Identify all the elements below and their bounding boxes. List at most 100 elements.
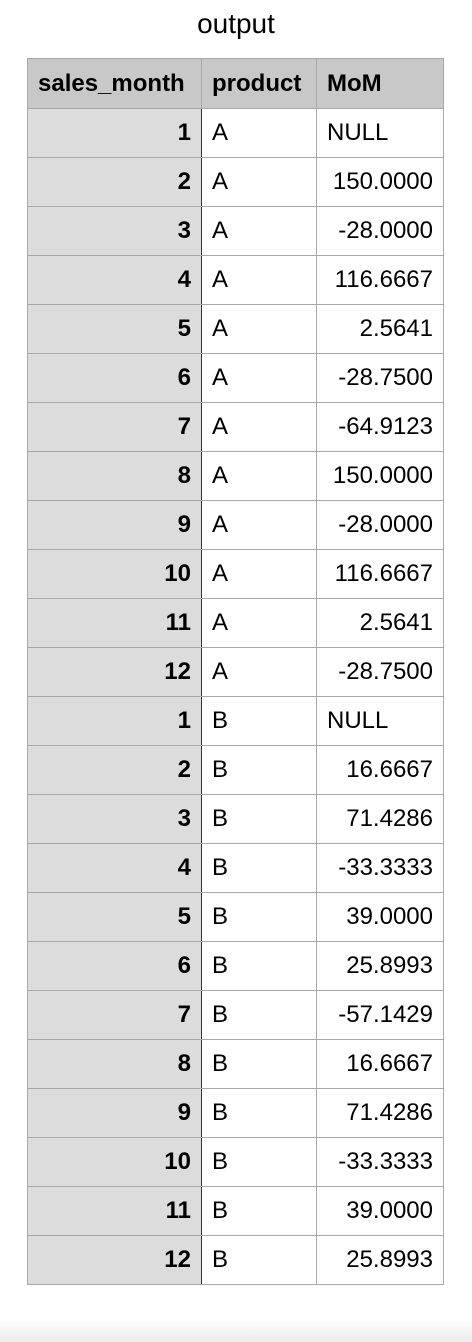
- table-row: 10 A 116.6667: [27, 549, 444, 599]
- result-table: sales_month product MoM 1 A NULL 2 A 150.0000…: [27, 58, 444, 1285]
- table-row: 10 B -33.3333: [27, 1137, 444, 1187]
- cell-sales-month: 2: [27, 157, 202, 207]
- table-row: 6 A -28.7500: [27, 353, 444, 403]
- table-row: 3 B 71.4286: [27, 794, 444, 844]
- cell-product: A: [201, 353, 317, 403]
- column-header-mom: MoM: [316, 58, 444, 109]
- table-row: 7 B -57.1429: [27, 990, 444, 1040]
- cell-product: A: [201, 108, 317, 158]
- cell-product: B: [201, 941, 317, 991]
- table-row: 7 A -64.9123: [27, 402, 444, 452]
- table-row: 11 B 39.0000: [27, 1186, 444, 1236]
- cell-product: A: [201, 549, 317, 599]
- table-row: 1 B NULL: [27, 696, 444, 746]
- cell-product: A: [201, 500, 317, 550]
- cell-mom: -57.1429: [316, 990, 444, 1040]
- table-row: 4 A 116.6667: [27, 255, 444, 305]
- cell-mom: NULL: [316, 696, 444, 746]
- cell-sales-month: 12: [27, 647, 202, 697]
- table-row: 8 B 16.6667: [27, 1039, 444, 1089]
- cell-sales-month: 8: [27, 1039, 202, 1089]
- cell-product: A: [201, 451, 317, 501]
- cell-sales-month: 1: [27, 696, 202, 746]
- cell-sales-month: 11: [27, 598, 202, 648]
- cell-sales-month: 9: [27, 500, 202, 550]
- cell-product: B: [201, 696, 317, 746]
- bottom-shade: [0, 1318, 472, 1342]
- table-header: sales_month product MoM: [27, 58, 444, 109]
- table-caption: output: [197, 8, 275, 39]
- cell-sales-month: 4: [27, 843, 202, 893]
- cell-sales-month: 6: [27, 353, 202, 403]
- cell-product: B: [201, 1088, 317, 1138]
- table-row: 2 A 150.0000: [27, 157, 444, 207]
- cell-mom: 2.5641: [316, 598, 444, 648]
- cell-sales-month: 7: [27, 990, 202, 1040]
- cell-mom: 16.6667: [316, 1039, 444, 1089]
- cell-mom: -33.3333: [316, 1137, 444, 1187]
- cell-product: B: [201, 745, 317, 795]
- cell-mom: -28.7500: [316, 353, 444, 403]
- cell-mom: 116.6667: [316, 255, 444, 305]
- cell-sales-month: 1: [27, 108, 202, 158]
- cell-sales-month: 3: [27, 206, 202, 256]
- cell-product: B: [201, 990, 317, 1040]
- cell-mom: 150.0000: [316, 157, 444, 207]
- cell-product: A: [201, 304, 317, 354]
- table-row: 5 B 39.0000: [27, 892, 444, 942]
- cell-sales-month: 5: [27, 892, 202, 942]
- table-row: 6 B 25.8993: [27, 941, 444, 991]
- cell-sales-month: 10: [27, 1137, 202, 1187]
- cell-mom: 25.8993: [316, 1235, 444, 1285]
- cell-product: B: [201, 1039, 317, 1089]
- cell-sales-month: 3: [27, 794, 202, 844]
- cell-mom: 71.4286: [316, 794, 444, 844]
- table-row: 12 B 25.8993: [27, 1235, 444, 1285]
- column-header-product: product: [201, 58, 317, 109]
- table-row: 9 B 71.4286: [27, 1088, 444, 1138]
- cell-product: B: [201, 1186, 317, 1236]
- column-header-sales-month: sales_month: [27, 58, 202, 109]
- cell-mom: NULL: [316, 108, 444, 158]
- cell-product: B: [201, 892, 317, 942]
- table-row: 9 A -28.0000: [27, 500, 444, 550]
- cell-sales-month: 9: [27, 1088, 202, 1138]
- cell-sales-month: 5: [27, 304, 202, 354]
- cell-sales-month: 6: [27, 941, 202, 991]
- table-row: 11 A 2.5641: [27, 598, 444, 648]
- cell-mom: 2.5641: [316, 304, 444, 354]
- cell-mom: 16.6667: [316, 745, 444, 795]
- cell-product: A: [201, 157, 317, 207]
- cell-product: B: [201, 843, 317, 893]
- table-row: 2 B 16.6667: [27, 745, 444, 795]
- table-row: 5 A 2.5641: [27, 304, 444, 354]
- table-row: 1 A NULL: [27, 108, 444, 158]
- cell-product: B: [201, 794, 317, 844]
- cell-product: A: [201, 598, 317, 648]
- cell-sales-month: 12: [27, 1235, 202, 1285]
- cell-product: A: [201, 206, 317, 256]
- cell-product: B: [201, 1235, 317, 1285]
- cell-mom: -28.7500: [316, 647, 444, 697]
- table-row: 8 A 150.0000: [27, 451, 444, 501]
- table-row: 4 B -33.3333: [27, 843, 444, 893]
- cell-product: A: [201, 255, 317, 305]
- cell-mom: 39.0000: [316, 892, 444, 942]
- table-row: 12 A -28.7500: [27, 647, 444, 697]
- cell-sales-month: 11: [27, 1186, 202, 1236]
- cell-mom: 25.8993: [316, 941, 444, 991]
- cell-mom: -28.0000: [316, 206, 444, 256]
- cell-mom: -64.9123: [316, 402, 444, 452]
- cell-mom: 150.0000: [316, 451, 444, 501]
- cell-sales-month: 10: [27, 549, 202, 599]
- cell-mom: 116.6667: [316, 549, 444, 599]
- cell-sales-month: 4: [27, 255, 202, 305]
- cell-sales-month: 2: [27, 745, 202, 795]
- cell-mom: -33.3333: [316, 843, 444, 893]
- cell-sales-month: 7: [27, 402, 202, 452]
- cell-sales-month: 8: [27, 451, 202, 501]
- cell-product: A: [201, 402, 317, 452]
- table-body: 1 A NULL 2 A 150.0000 3 A -28.0000 4 A 116.6667 5 A 2.…: [27, 108, 444, 1285]
- cell-product: A: [201, 647, 317, 697]
- table-row: 3 A -28.0000: [27, 206, 444, 256]
